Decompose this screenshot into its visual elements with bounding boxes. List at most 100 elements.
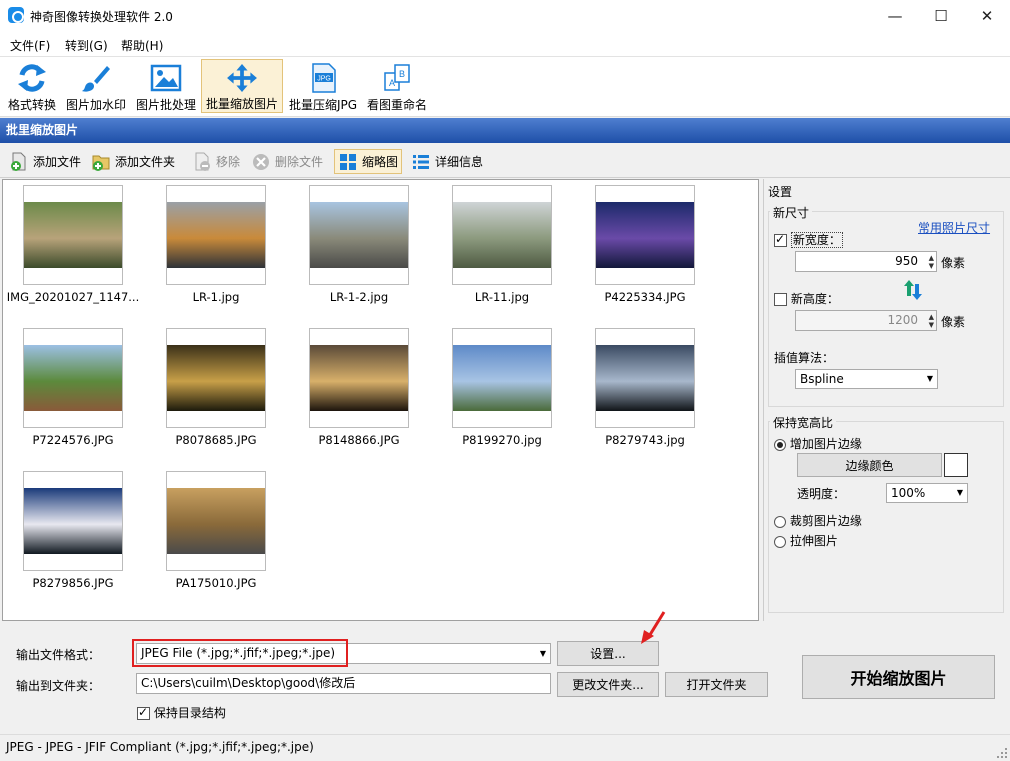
toolbar-label: 图片批处理	[135, 98, 196, 112]
brush-icon	[82, 66, 110, 92]
details-view-button[interactable]: 详细信息	[408, 149, 486, 174]
keep-structure-label: 保持目录结构	[153, 706, 226, 720]
thumbnail-image	[24, 345, 122, 411]
rename-ab-icon: AB	[384, 64, 410, 91]
svg-text:B: B	[399, 69, 405, 79]
common-sizes-link[interactable]: 常用照片尺寸	[918, 219, 990, 236]
thumbnail-filename: IMG_20201027_1147...	[6, 290, 140, 304]
rename-button[interactable]: AB 看图重命名	[364, 59, 430, 113]
aspect-group-title: 保持宽高比	[770, 414, 837, 431]
resize-grip-icon[interactable]	[996, 747, 1008, 759]
menu-goto[interactable]: 转到(G)	[65, 37, 108, 54]
height-input[interactable]: 1200 ▲ ▼	[795, 310, 937, 331]
thumbnail-filename: P8078685.JPG	[175, 433, 257, 447]
thumbnail-filename: P8279743.jpg	[605, 433, 685, 447]
add-border-radio[interactable]	[774, 438, 786, 451]
close-button[interactable]: ✕	[964, 0, 1010, 31]
thumbnail-item[interactable]: P4225334.JPG	[575, 182, 715, 312]
menu-bar: 文件(F) 转到(G) 帮助(H)	[0, 31, 1010, 57]
thumbnail-filename: LR-11.jpg	[474, 290, 530, 304]
opacity-select[interactable]: 100% ▼	[886, 483, 968, 503]
thumbnail-filename: P8279856.JPG	[32, 576, 114, 590]
thumbnail-image	[24, 488, 122, 554]
svg-text:JPG: JPG	[317, 76, 331, 83]
settings-panel: 设置 新尺寸 常用照片尺寸 新宽度： 950▲▼ 像素 新高度： 1200▲▼ …	[763, 179, 1008, 621]
thumbnail-item[interactable]: P8279856.JPG	[3, 468, 143, 598]
stretch-option[interactable]: 拉伸图片	[774, 532, 838, 549]
delete-file-button[interactable]: 删除文件	[248, 149, 326, 174]
format-convert-button[interactable]: 格式转换	[4, 59, 60, 113]
chevron-down-icon: ▼	[956, 488, 963, 497]
thumbnail-item[interactable]: LR-1-2.jpg	[289, 182, 429, 312]
minimize-button[interactable]: —	[872, 0, 918, 31]
delete-file-label: 删除文件	[275, 155, 324, 169]
add-file-button[interactable]: 添加文件	[6, 149, 84, 174]
section-title: 批里缩放图片	[0, 118, 1010, 143]
batch-process-button[interactable]: 图片批处理	[134, 59, 198, 113]
thumbnail-image	[453, 345, 551, 411]
menu-help[interactable]: 帮助(H)	[121, 37, 163, 54]
grid-view-icon	[340, 153, 356, 170]
highlight-box	[132, 639, 348, 667]
thumbnail-item[interactable]: P7224576.JPG	[3, 325, 143, 455]
thumbnail-item[interactable]: P8078685.JPG	[146, 325, 286, 455]
thumbnail-image	[596, 202, 694, 268]
remove-button[interactable]: 移除	[189, 149, 243, 174]
interp-select[interactable]: Bspline ▼	[795, 369, 938, 389]
title-bar: 神奇图像转换处理软件 2.0 — ☐ ✕	[0, 0, 1010, 31]
opacity-value: 100%	[891, 486, 926, 500]
width-input[interactable]: 950 ▲ ▼	[795, 251, 937, 272]
new-height-row: 新高度：	[774, 290, 839, 307]
spin-arrows-icon[interactable]: ▲ ▼	[929, 254, 934, 270]
sub-toolbar: 添加文件 添加文件夹 移除 删除文件 缩略图 详细信息	[0, 145, 1010, 178]
thumbnail-item[interactable]: P8279743.jpg	[575, 325, 715, 455]
main-toolbar: 格式转换 图片加水印 图片批处理 批量缩放图片 JPG 批量压缩JPG AB 看…	[0, 57, 1010, 117]
details-label: 详细信息	[435, 155, 484, 169]
thumbnail-item[interactable]: IMG_20201027_1147...	[3, 182, 143, 312]
keep-structure-option[interactable]: 保持目录结构	[137, 704, 226, 721]
add-folder-button[interactable]: 添加文件夹	[88, 149, 178, 174]
batch-resize-button[interactable]: 批量缩放图片	[201, 59, 283, 113]
add-file-label: 添加文件	[33, 155, 82, 169]
thumbnail-item[interactable]: P8199270.jpg	[432, 325, 572, 455]
menu-file[interactable]: 文件(F)	[10, 37, 50, 54]
chevron-down-icon: ▼	[926, 374, 933, 383]
thumbnail-item[interactable]: P8148866.JPG	[289, 325, 429, 455]
new-height-checkbox[interactable]	[774, 293, 787, 306]
watermark-button[interactable]: 图片加水印	[64, 59, 128, 113]
maximize-button[interactable]: ☐	[918, 0, 964, 31]
thumbnail-item[interactable]: LR-1.jpg	[146, 182, 286, 312]
batch-compress-button[interactable]: JPG 批量压缩JPG	[286, 59, 360, 113]
thumbnail-grid[interactable]: IMG_20201027_1147... LR-1.jpg LR-1-2.jpg…	[2, 179, 759, 621]
open-folder-button[interactable]: 打开文件夹	[665, 672, 768, 697]
thumbnail-item[interactable]: PA175010.JPG	[146, 468, 286, 598]
crop-border-radio[interactable]	[774, 515, 786, 528]
stretch-radio[interactable]	[774, 535, 786, 548]
border-color-button[interactable]: 边缘颜色	[797, 453, 942, 477]
height-unit: 像素	[941, 315, 966, 329]
thumbnail-image	[310, 345, 408, 411]
output-folder-input[interactable]: C:\Users\cuilm\Desktop\good\修改后	[136, 673, 551, 694]
interp-label: 插值算法：	[774, 351, 835, 365]
thumbnail-item[interactable]: LR-11.jpg	[432, 182, 572, 312]
add-folder-icon	[92, 155, 110, 171]
keep-structure-checkbox[interactable]	[137, 705, 150, 720]
thumbnail-image	[453, 202, 551, 268]
spin-arrows-icon[interactable]: ▲ ▼	[929, 313, 934, 329]
crop-border-option[interactable]: 裁剪图片边缘	[774, 512, 862, 529]
thumbnail-view-button[interactable]: 缩略图	[334, 149, 403, 174]
swap-icon[interactable]	[904, 279, 922, 301]
border-color-swatch[interactable]	[944, 453, 968, 477]
change-folder-button[interactable]: 更改文件夹...	[557, 672, 659, 697]
add-border-option[interactable]: 增加图片边缘	[774, 435, 862, 452]
start-resize-button[interactable]: 开始缩放图片	[802, 655, 995, 699]
width-unit: 像素	[941, 256, 966, 270]
thumbnail-filename: P8148866.JPG	[318, 433, 400, 447]
new-width-checkbox[interactable]	[774, 232, 787, 247]
window-title: 神奇图像转换处理软件 2.0	[30, 10, 173, 24]
list-view-icon	[413, 154, 429, 169]
new-height-label: 新高度：	[790, 292, 839, 306]
output-folder-label: 输出到文件夹：	[16, 679, 101, 693]
delete-icon	[253, 153, 269, 170]
jpg-file-icon: JPG	[312, 63, 336, 93]
